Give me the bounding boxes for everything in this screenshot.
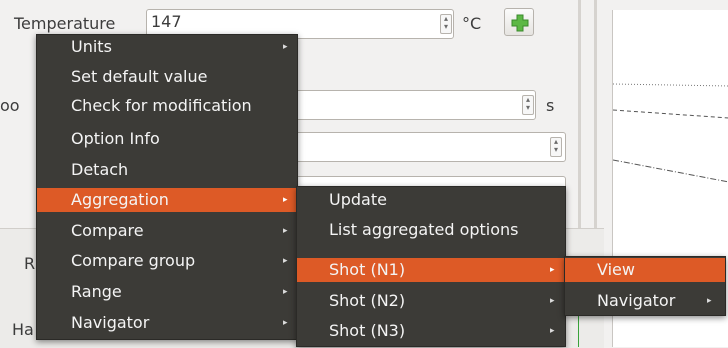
menu-item-label: Option Info <box>71 129 160 148</box>
submenu-arrow-icon: ▸ <box>283 256 288 266</box>
submenu-arrow-icon: ▸ <box>283 318 288 328</box>
menu-item-label: Compare <box>71 221 144 240</box>
menu-item-range[interactable]: Range ▸ <box>37 280 297 304</box>
menu-item-label: Shot (N2) <box>329 291 406 310</box>
option-select-spinner[interactable]: ▴ ▾ <box>550 137 562 157</box>
context-menu: Units ▸ Set default value Check for modi… <box>36 34 298 340</box>
menu-item-label: List aggregated options <box>329 220 519 239</box>
vertical-splitter[interactable] <box>578 0 581 230</box>
menu-item-shot-n3[interactable]: Shot (N3) ▸ <box>297 319 565 343</box>
time-input[interactable] <box>290 90 536 120</box>
menu-item-label: Compare group <box>71 251 196 270</box>
menu-item-label: Shot (N1) <box>329 260 406 279</box>
menu-item-view[interactable]: View <box>565 258 725 282</box>
menu-item-label: Navigator <box>597 291 676 310</box>
submenu-arrow-icon: ▸ <box>283 42 288 52</box>
add-button[interactable] <box>504 8 534 36</box>
menu-item-shot-navigator[interactable]: Navigator ▸ <box>565 289 725 313</box>
menu-item-check-for-modification[interactable]: Check for modification <box>37 94 297 118</box>
aggregation-submenu: Update List aggregated options Shot (N1)… <box>296 186 566 347</box>
menu-item-label: Check for modification <box>71 96 252 115</box>
temperature-unit: °C <box>462 14 482 33</box>
menu-item-label: Aggregation <box>71 190 169 209</box>
shot-submenu: View Navigator ▸ <box>564 256 726 316</box>
menu-item-label: Units <box>71 37 112 56</box>
spin-down-icon[interactable]: ▾ <box>551 146 561 154</box>
lower-row-label-2: Ha <box>12 320 34 339</box>
time-label-fragment: oo <box>0 96 20 115</box>
submenu-arrow-icon: ▸ <box>283 226 288 236</box>
spin-down-icon[interactable]: ▾ <box>523 104 533 112</box>
menu-item-aggregation[interactable]: Aggregation ▸ <box>37 188 297 212</box>
menu-item-label: Set default value <box>71 67 208 86</box>
menu-item-update[interactable]: Update <box>297 188 565 212</box>
temperature-spinner[interactable]: ▴ ▾ <box>440 14 452 34</box>
submenu-arrow-icon: ▸ <box>283 195 288 205</box>
submenu-arrow-icon: ▸ <box>550 296 555 306</box>
submenu-arrow-icon: ▸ <box>550 265 555 275</box>
menu-item-label: Detach <box>71 160 129 179</box>
submenu-arrow-icon: ▸ <box>550 326 555 336</box>
spin-down-icon[interactable]: ▾ <box>441 23 451 31</box>
menu-item-units[interactable]: Units ▸ <box>37 35 297 59</box>
submenu-arrow-icon: ▸ <box>283 287 288 297</box>
menu-item-label: View <box>597 260 635 279</box>
lower-row-label-1: R <box>24 254 36 273</box>
menu-item-detach[interactable]: Detach <box>37 158 297 182</box>
plus-icon <box>511 14 529 32</box>
temperature-value: 147 <box>151 12 182 31</box>
option-select-field[interactable] <box>290 132 566 162</box>
menu-item-compare-group[interactable]: Compare group ▸ <box>37 249 297 273</box>
menu-item-shot-n2[interactable]: Shot (N2) ▸ <box>297 289 565 313</box>
temperature-label: Temperature <box>14 14 116 33</box>
menu-item-label: Navigator <box>71 313 150 332</box>
menu-item-label: Range <box>71 282 122 301</box>
time-spinner[interactable]: ▴ ▾ <box>522 95 534 115</box>
menu-item-set-default-value[interactable]: Set default value <box>37 65 297 89</box>
menu-item-label: Shot (N3) <box>329 321 406 340</box>
menu-item-compare[interactable]: Compare ▸ <box>37 219 297 243</box>
menu-item-option-info[interactable]: Option Info <box>37 127 297 151</box>
time-unit: s <box>546 96 555 115</box>
submenu-arrow-icon: ▸ <box>707 296 712 306</box>
menu-item-shot-n1[interactable]: Shot (N1) ▸ <box>297 258 565 282</box>
menu-item-navigator[interactable]: Navigator ▸ <box>37 311 297 335</box>
menu-item-label: Update <box>329 190 387 209</box>
menu-item-list-aggregated-options[interactable]: List aggregated options <box>297 218 565 242</box>
